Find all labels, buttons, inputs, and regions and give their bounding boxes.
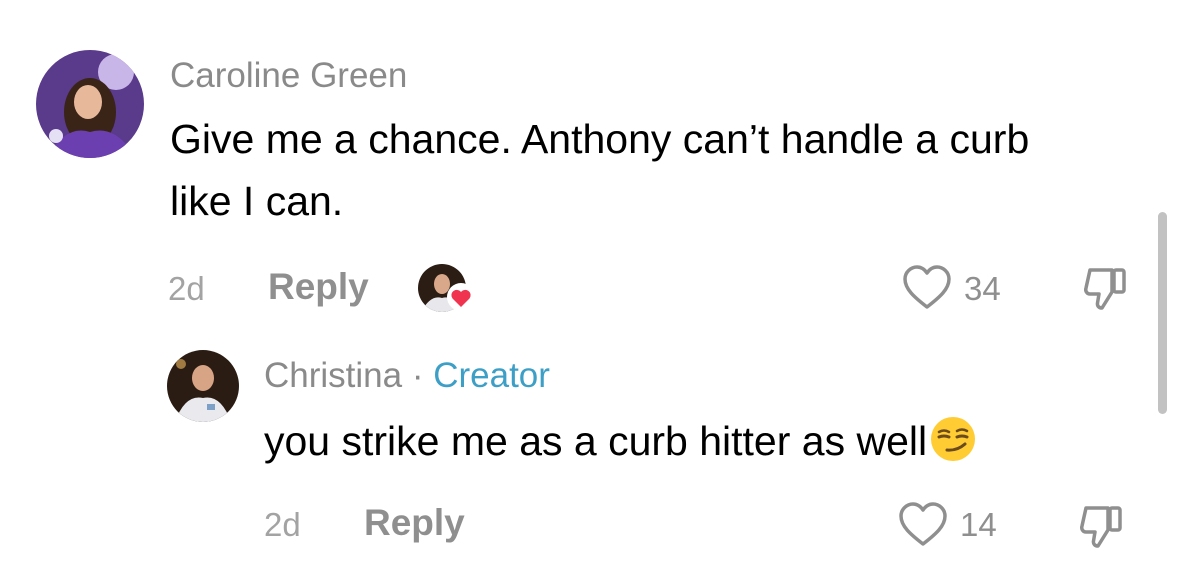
- creator-label: Creator: [433, 356, 550, 395]
- thumbs-down-icon[interactable]: [1078, 502, 1126, 550]
- scrollbar[interactable]: [1158, 212, 1167, 414]
- reply-text: you strike me as a curb hitter as well: [264, 418, 928, 464]
- separator-dot: ·: [402, 356, 434, 395]
- like-heart-icon[interactable]: [898, 502, 948, 548]
- reply-timestamp: 2d: [264, 506, 301, 543]
- christina-avatar[interactable]: [167, 350, 239, 422]
- reply-button[interactable]: Reply: [268, 266, 369, 308]
- like-count: 14: [960, 506, 997, 543]
- reply-button[interactable]: Reply: [364, 502, 465, 544]
- like-heart-icon[interactable]: [902, 265, 952, 311]
- reply-username-line: Christina · Creator: [264, 356, 550, 396]
- like-count: 34: [964, 270, 1001, 307]
- comment-text: Give me a chance. Anthony can’t handle a…: [170, 116, 1030, 224]
- comment-username[interactable]: Caroline Green: [170, 56, 407, 96]
- creator-liked-badge-icon: [416, 262, 478, 314]
- thumbs-down-icon[interactable]: [1082, 264, 1130, 312]
- smirking-face-emoji-icon: [929, 415, 977, 463]
- reply-username[interactable]: Christina: [264, 356, 402, 395]
- comment-timestamp: 2d: [168, 270, 205, 307]
- caroline-avatar[interactable]: [36, 50, 144, 158]
- reply-text-line: you strike me as a curb hitter as well: [264, 410, 977, 472]
